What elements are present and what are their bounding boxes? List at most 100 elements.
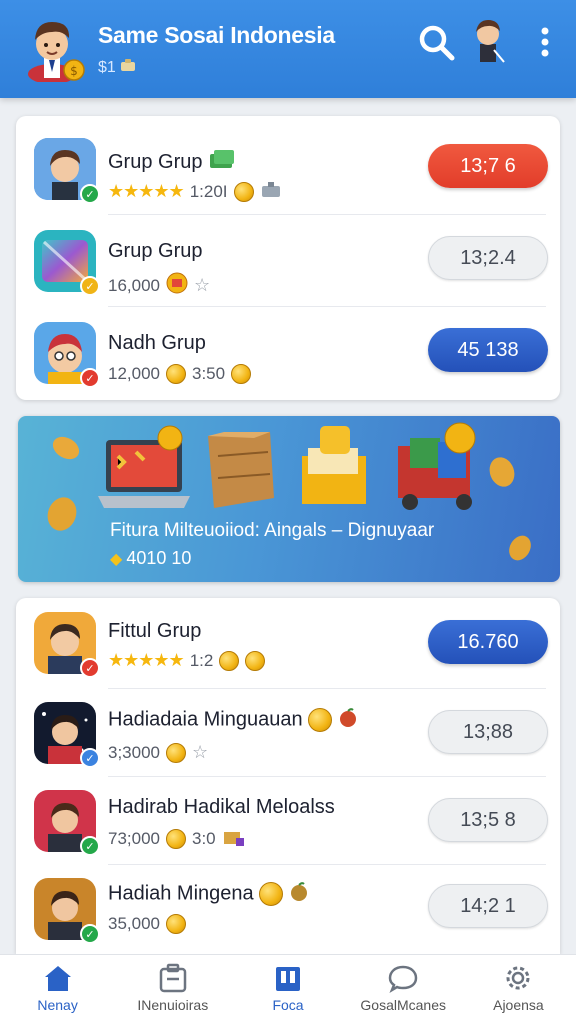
gift-box-icon [222,826,244,851]
list-item[interactable]: ✓ Grup Grup 16,000 ☆ 13;2.4 [16,214,560,306]
nav-label: INenuioiras [137,997,209,1013]
secondary-count: 3:50 [192,364,226,383]
join-button[interactable]: 13;2.4 [428,236,548,280]
verified-check-icon: ✓ [80,748,100,768]
coin-icon [259,882,284,906]
nav-label: Foca [272,997,304,1013]
verified-check-icon: ✓ [80,184,100,204]
list-item[interactable]: ✓ Nadh Grup 12,000 3:50 45 138 [16,306,560,398]
group-avatar: ✓ [34,230,100,296]
gift-icon [260,180,282,203]
search-button[interactable] [414,20,458,64]
group-name: Hadiah Mingena [108,882,309,906]
money-stack-icon [208,150,236,173]
svg-text:$: $ [70,64,78,78]
group-name: Hadiadaia Minguauan [108,708,358,732]
group-meta: 73;000 3:0 [108,826,244,851]
balance: $1 [98,58,136,77]
member-count: 1:2 [189,650,214,670]
list-item[interactable]: ✓ Hadirab Hadikal Meloalss 73;000 3:0 13… [16,776,560,868]
group-meta: 3;3000 ☆ [108,742,208,763]
group-avatar: ✓ [34,322,100,388]
home-icon [44,966,71,991]
group-meta: 16,000 ☆ [108,272,210,299]
group-avatar: ✓ [34,612,100,678]
inbox-icon [159,963,187,993]
reward-icon [166,272,188,299]
verified-check-icon: ✓ [80,276,100,296]
join-button[interactable]: 45 138 [428,328,548,372]
nav-label: GosalMcanes [360,997,446,1013]
group-name: Grup Grup [108,240,203,262]
list-item[interactable]: ✓ Hadiah Mingena 35,000 14;2 1 [16,864,560,956]
coin-icon [231,364,252,384]
gem-icon: ◆ [110,550,123,568]
app-title: Same Sosai Indonesia [98,22,335,48]
nav-label: Ajoensa [493,997,544,1013]
nav-label: Nenay [37,997,78,1013]
verified-check-icon: ✓ [80,658,100,678]
book-icon [276,967,300,991]
group-name: Nadh Grup [108,332,206,354]
nav-item-home[interactable]: Nenay [0,955,115,1024]
verified-check-icon: ✓ [80,836,100,856]
app-header: $ Same Sosai Indonesia $1 [0,0,576,98]
profile-avatar-icon [476,20,505,63]
group-name: Grup Grup [108,148,236,174]
star-outline-icon: ☆ [194,275,211,295]
coin-icon [245,650,266,671]
list-item[interactable]: ✓ Fittul Grup ★★★★★ 1:2 16.760 [16,598,560,690]
member-count: 73;000 [108,828,160,848]
group-avatar: ✓ [34,790,100,856]
join-button[interactable]: 16.760 [428,620,548,664]
member-count: 12,000 [108,364,160,383]
bottom-navigation: Nenay INenuioiras Foca GosalMcanes Ajoen… [0,954,576,1024]
promo-banner[interactable]: Fitura Milteuoiiod: Aingals – Dignuyaar … [18,416,560,582]
banner-illustration [47,422,531,561]
banner-reward-value: 4010 10 [126,548,192,568]
apple-icon [289,882,309,904]
join-button[interactable]: 14;2 1 [428,884,548,928]
star-outline-icon: ☆ [192,742,209,762]
member-count: 1:20I [189,181,228,201]
member-count: 16,000 [108,275,160,295]
join-button[interactable]: 13;88 [428,710,548,754]
more-options-button[interactable] [530,20,560,64]
coin-icon [233,181,254,202]
group-meta: 12,000 3:50 [108,364,252,384]
group-name: Fittul Grup [108,620,202,642]
reward-groups-card: ✓ Fittul Grup ★★★★★ 1:2 16.760 ✓ Hadiada… [16,598,560,954]
banner-reward: ◆ 4010 10 [110,548,191,569]
nav-item-settings[interactable]: Ajoensa [461,955,576,1024]
chat-icon [388,965,418,993]
coin-icon [219,650,240,671]
member-count: 3;3000 [108,742,160,762]
banner-title: Fitura Milteuoiiod: Aingals – Dignuyaar [110,520,435,541]
list-item[interactable]: ✓ Hadiadaia Minguauan 3;3000 ☆ 13;88 [16,688,560,780]
nav-item-inbox[interactable]: INenuioiras [115,955,230,1024]
group-meta: ★★★★★ 1:2 [108,650,266,671]
list-item[interactable]: ✓ Grup Grup ★★★★★ 1:20I 13;7 6 [16,120,560,212]
search-icon [419,25,455,61]
join-button[interactable]: 13;7 6 [428,144,548,188]
nav-item-book[interactable]: Foca [230,955,345,1024]
apple-icon [338,708,358,730]
balance-value: $1 [98,58,116,76]
money-bag-icon [120,58,136,77]
nav-item-chat[interactable]: GosalMcanes [346,955,461,1024]
coin-icon [166,742,186,763]
coin-icon [308,708,333,732]
coin-icon [166,914,186,934]
verified-check-icon: ✓ [80,368,100,388]
member-count: 35,000 [108,914,160,933]
profile-button[interactable] [468,14,508,66]
verified-check-icon: ✓ [80,924,100,944]
group-avatar: ✓ [34,138,100,204]
join-button[interactable]: 13;5 8 [428,798,548,842]
group-meta: 35,000 [108,914,186,934]
more-vertical-icon [541,27,549,57]
group-avatar: ✓ [34,878,100,944]
coin-icon [166,828,186,849]
rating-stars: ★★★★★ [108,650,185,670]
group-meta: ★★★★★ 1:20I [108,180,282,203]
